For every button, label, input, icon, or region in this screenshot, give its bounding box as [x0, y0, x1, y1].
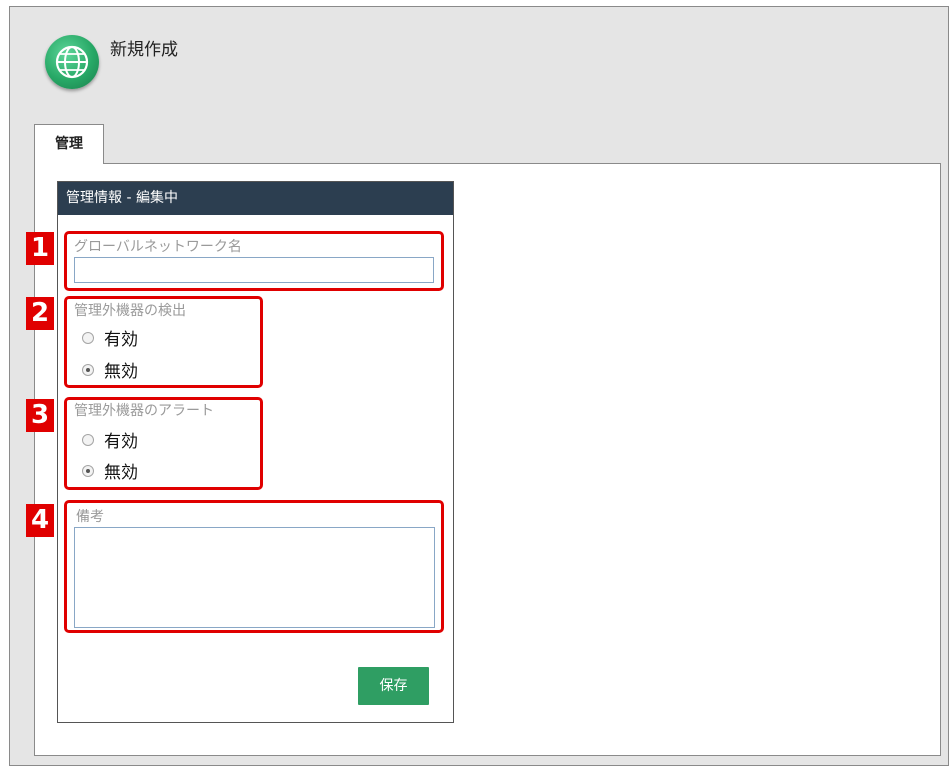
- page-title: 新規作成: [110, 40, 178, 60]
- callout-number-1: 1: [26, 232, 54, 265]
- tab-management[interactable]: 管理: [34, 124, 104, 164]
- globe-icon: [45, 35, 99, 89]
- callout-box-1: [64, 231, 444, 291]
- panel-header: 管理情報 - 編集中: [58, 182, 453, 215]
- callout-box-2: [64, 296, 263, 388]
- callout-box-3: [64, 397, 263, 490]
- callout-box-4: [64, 500, 444, 633]
- callout-number-3: 3: [26, 399, 54, 432]
- callout-number-2: 2: [26, 297, 54, 330]
- save-button[interactable]: 保存: [358, 667, 429, 705]
- callout-number-4: 4: [26, 504, 54, 537]
